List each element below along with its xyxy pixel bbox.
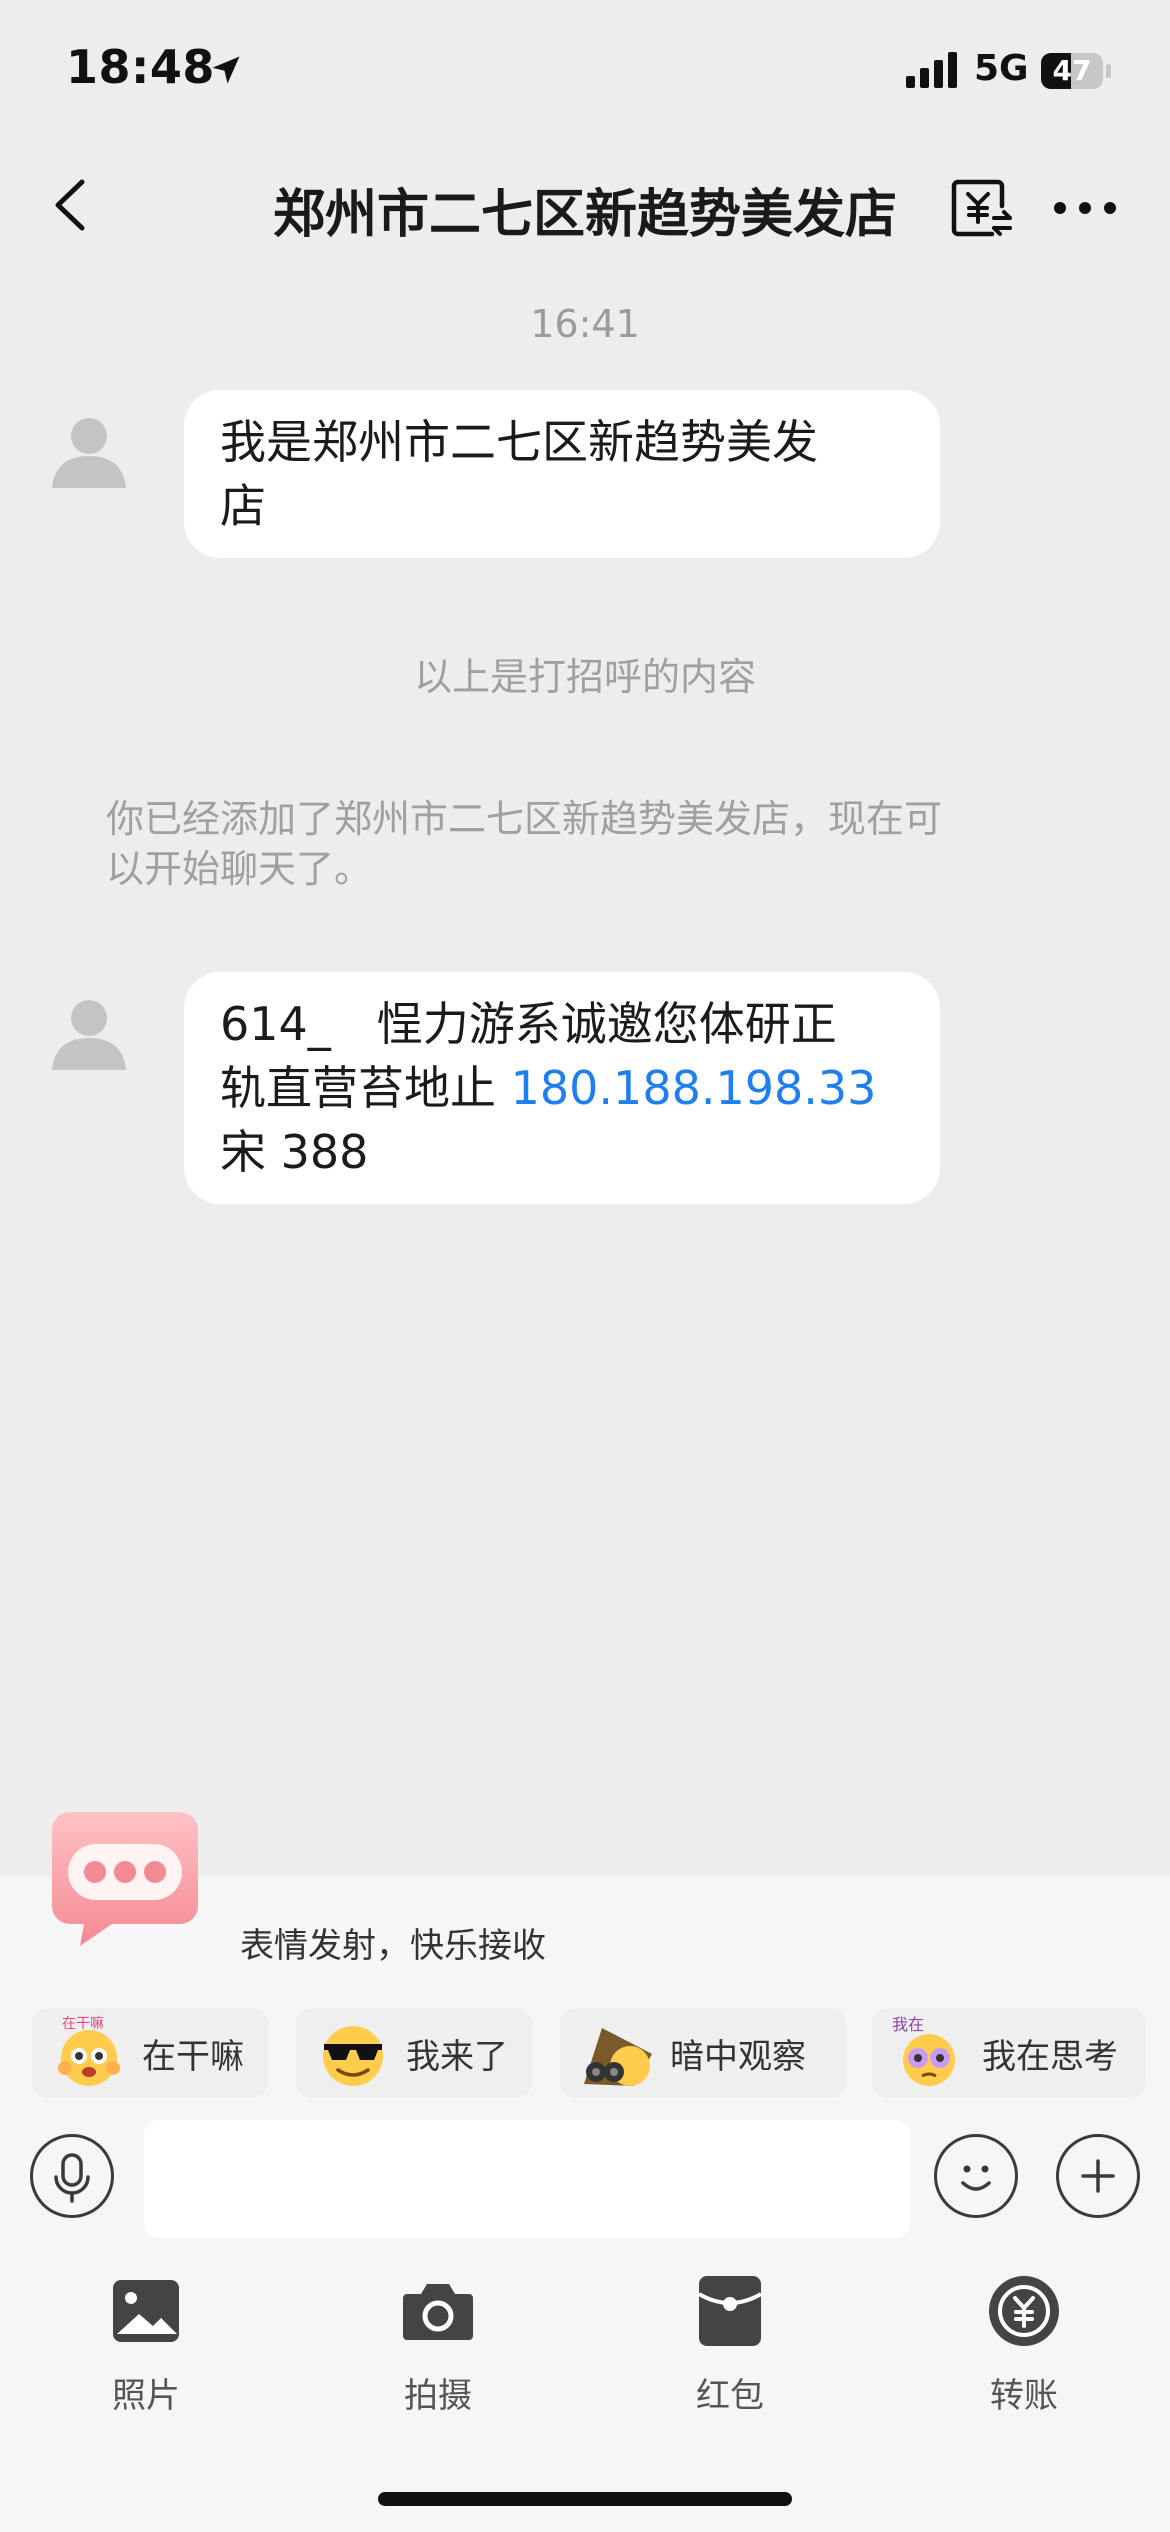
- red-packet-tool[interactable]: 红包: [630, 2272, 830, 2417]
- sunglasses-face-icon: [323, 2026, 383, 2086]
- svg-text:在干嘛: 在干嘛: [62, 2016, 104, 2032]
- message-text: 轨直营苔地止: [220, 1061, 511, 1115]
- emoji-button[interactable]: [934, 2134, 1018, 2218]
- emoji-chip[interactable]: 暗中观察: [560, 2008, 846, 2098]
- voice-input-button[interactable]: [30, 2134, 114, 2218]
- message-text-line: 轨直营苔地止 180.188.198.33: [220, 1056, 904, 1120]
- svg-text:我在: 我在: [892, 2015, 924, 2034]
- message-text-line: 宋 388: [220, 1125, 369, 1179]
- emoji-chip-label: 在干嘛: [142, 2036, 244, 2077]
- message-bubble[interactable]: 614_ 悜力游系诚邀您体研正 轨直营苔地止 180.188.198.33 宋 …: [184, 972, 940, 1204]
- microphone-icon: [54, 2153, 90, 2203]
- more-functions-button[interactable]: [1056, 2134, 1140, 2218]
- cellular-signal-icon: [906, 52, 957, 88]
- notice-line: 以开始聊天了。: [106, 847, 373, 891]
- contact-avatar[interactable]: [44, 406, 134, 496]
- chat-bubble-sticker-icon[interactable]: [50, 1806, 200, 1952]
- smiley-icon: [961, 2165, 991, 2191]
- binoculars-face-icon: [584, 2028, 652, 2086]
- transfer-tool[interactable]: 转账: [924, 2272, 1124, 2417]
- message-timestamp: 16:41: [530, 302, 640, 346]
- photo-icon: [113, 2280, 179, 2342]
- message-text-line: 614_ 悜力游系诚邀您体研正: [220, 997, 837, 1051]
- status-time: 18:48: [66, 40, 215, 94]
- network-type: 5G: [974, 48, 1029, 89]
- location-arrow-icon: [212, 56, 240, 84]
- more-options-icon[interactable]: [1050, 188, 1120, 228]
- photo-tool-label: 照片: [112, 2376, 180, 2416]
- battery-level: 47: [1052, 54, 1092, 87]
- battery-icon: 47: [1040, 52, 1112, 90]
- emoji-promo-text: 表情发射，快乐接收: [240, 1926, 546, 1966]
- contact-avatar[interactable]: [44, 988, 134, 1078]
- home-indicator[interactable]: [378, 2492, 792, 2506]
- transfer-icon: [989, 2276, 1059, 2346]
- message-text-input[interactable]: [144, 2120, 910, 2238]
- notice-line: 你已经添加了郑州市二七区新趋势美发店，现在可: [106, 797, 943, 841]
- emoji-chip[interactable]: 在干嘛 在干嘛: [32, 2008, 268, 2098]
- camera-tool-label: 拍摄: [404, 2376, 472, 2416]
- message-text-line: 店: [220, 479, 266, 533]
- red-packet-icon: [697, 2276, 763, 2346]
- emoji-chip[interactable]: 我来了: [296, 2008, 532, 2098]
- plus-icon: [1081, 2159, 1115, 2193]
- emoji-chip[interactable]: 我在 我在思考: [872, 2008, 1146, 2098]
- chat-title: 郑州市二七区新趋势美发店: [272, 185, 897, 245]
- camera-icon: [403, 2284, 473, 2340]
- camera-tool[interactable]: 拍摄: [338, 2272, 538, 2417]
- red-packet-tool-label: 红包: [696, 2376, 764, 2416]
- photo-tool[interactable]: 照片: [46, 2272, 246, 2417]
- added-friend-notice: 你已经添加了郑州市二七区新趋势美发店，现在可 以开始聊天了。: [106, 794, 1066, 894]
- transfer-tool-label: 转账: [990, 2376, 1058, 2416]
- back-chevron-icon[interactable]: [40, 170, 100, 240]
- emoji-chip-label: 暗中观察: [670, 2036, 806, 2077]
- greeting-note: 以上是打招呼的内容: [413, 655, 756, 699]
- emoji-chip-label: 我来了: [406, 2036, 508, 2077]
- money-transfer-icon[interactable]: [948, 176, 1016, 244]
- peeking-face-icon: 在干嘛: [58, 2016, 120, 2086]
- message-bubble[interactable]: 我是郑州市二七区新趋势美发 店: [184, 390, 940, 558]
- thinking-face-icon: 我在: [892, 2015, 955, 2086]
- ip-address-link[interactable]: 180.188.198.33: [511, 1061, 877, 1115]
- message-text-line: 我是郑州市二七区新趋势美发: [220, 415, 818, 469]
- emoji-chip-label: 我在思考: [982, 2036, 1118, 2077]
